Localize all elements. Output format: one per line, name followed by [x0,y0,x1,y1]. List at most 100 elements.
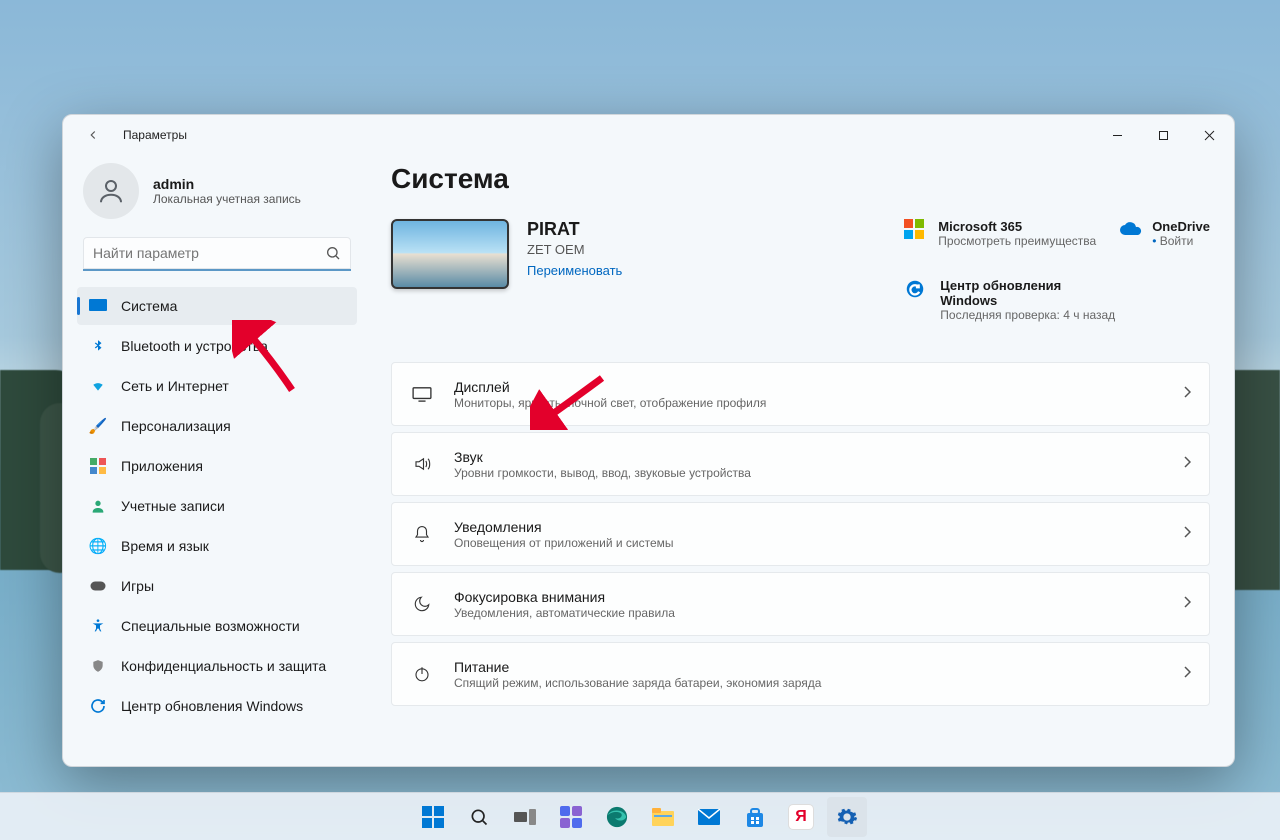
card-sound[interactable]: ЗвукУровни громкости, вывод, ввод, звуко… [391,432,1210,496]
promo-sub: • Войти [1152,234,1210,248]
update-icon [89,697,107,715]
sidebar-item-bluetooth[interactable]: Bluetooth и устройства [77,327,357,365]
promo-sub: Последняя проверка: 4 ч назад [940,308,1115,322]
app-title: Параметры [123,128,187,142]
taskbar-store[interactable] [735,797,775,837]
moon-icon [410,595,434,613]
card-power[interactable]: ПитаниеСпящий режим, использование заряд… [391,642,1210,706]
search-icon [325,245,341,266]
shield-icon [89,657,107,675]
power-icon [410,665,434,683]
settings-cards: ДисплейМониторы, яркость, ночной свет, о… [391,362,1210,706]
sidebar-item-accounts[interactable]: Учетные записи [77,487,357,525]
device-model: ZET OEM [527,242,622,257]
gamepad-icon [89,577,107,595]
sound-icon [410,455,434,473]
card-display[interactable]: ДисплейМониторы, яркость, ночной свет, о… [391,362,1210,426]
sidebar-item-label: Персонализация [121,418,231,434]
settings-window: Параметры admin Локальная учетная запись [62,114,1235,767]
card-sub: Уведомления, автоматические правила [454,606,1163,620]
sidebar-item-label: Учетные записи [121,498,225,514]
brush-icon: 🖌️ [89,417,107,435]
sidebar: admin Локальная учетная запись Система [63,155,371,766]
promo-sub: Просмотреть преимущества [938,234,1096,248]
taskbar-edge[interactable] [597,797,637,837]
sidebar-item-apps[interactable]: Приложения [77,447,357,485]
device-name: PIRAT [527,219,622,240]
close-button[interactable] [1186,119,1232,151]
avatar [83,163,139,219]
search-input[interactable] [83,237,351,271]
bluetooth-icon [89,337,107,355]
chevron-right-icon [1183,385,1191,403]
taskbar-taskview[interactable] [505,797,545,837]
user-block[interactable]: admin Локальная учетная запись [73,155,361,237]
sidebar-item-label: Специальные возможности [121,618,300,634]
card-sub: Уровни громкости, вывод, ввод, звуковые … [454,466,1163,480]
start-button[interactable] [413,797,453,837]
sidebar-item-label: Сеть и Интернет [121,378,229,394]
sidebar-item-gaming[interactable]: Игры [77,567,357,605]
chevron-right-icon [1183,595,1191,613]
sidebar-item-time-language[interactable]: 🌐 Время и язык [77,527,357,565]
sidebar-item-label: Игры [121,578,154,594]
card-title: Дисплей [454,379,1163,395]
taskbar-settings[interactable] [827,797,867,837]
taskbar-search[interactable] [459,797,499,837]
minimize-button[interactable] [1094,119,1140,151]
sidebar-item-network[interactable]: Сеть и Интернет [77,367,357,405]
promo-title: OneDrive [1152,219,1210,234]
card-sub: Мониторы, яркость, ночной свет, отображе… [454,396,1163,410]
sidebar-item-label: Bluetooth и устройства [121,338,268,354]
nav-list: Система Bluetooth и устройства Сеть и Ин… [73,287,361,725]
promo-title: Microsoft 365 [938,219,1096,234]
sidebar-item-label: Приложения [121,458,203,474]
card-title: Звук [454,449,1163,465]
sidebar-item-windows-update[interactable]: Центр обновления Windows [77,687,357,725]
apps-icon [89,457,107,475]
wifi-icon [89,377,107,395]
taskbar: Я [0,792,1280,840]
sidebar-item-label: Время и язык [121,538,209,554]
globe-clock-icon: 🌐 [89,537,107,555]
sidebar-item-system[interactable]: Система [77,287,357,325]
taskbar-yandex[interactable]: Я [781,797,821,837]
maximize-button[interactable] [1140,119,1186,151]
promo-onedrive[interactable]: OneDrive • Войти [1118,219,1210,248]
update-icon [904,278,926,300]
card-notifications[interactable]: УведомленияОповещения от приложений и си… [391,502,1210,566]
sidebar-item-privacy[interactable]: Конфиденциальность и защита [77,647,357,685]
person-icon [89,497,107,515]
card-title: Уведомления [454,519,1163,535]
user-subtitle: Локальная учетная запись [153,192,301,206]
device-block: PIRAT ZET OEM Переименовать [391,219,622,289]
bell-icon [410,524,434,544]
user-name: admin [153,176,301,192]
sidebar-item-accessibility[interactable]: Специальные возможности [77,607,357,645]
chevron-right-icon [1183,525,1191,543]
main-content: Система PIRAT ZET OEM Переименовать [371,155,1234,766]
taskbar-mail[interactable] [689,797,729,837]
rename-link[interactable]: Переименовать [527,263,622,278]
taskbar-explorer[interactable] [643,797,683,837]
card-sub: Оповещения от приложений и системы [454,536,1163,550]
chevron-right-icon [1183,665,1191,683]
sidebar-item-personalization[interactable]: 🖌️ Персонализация [77,407,357,445]
promo-title: Центр обновления Windows [940,278,1090,308]
onedrive-icon [1118,219,1140,241]
sidebar-item-label: Конфиденциальность и защита [121,658,326,674]
promo-windows-update[interactable]: Центр обновления Windows Последняя прове… [904,278,1210,322]
taskbar-widgets[interactable] [551,797,591,837]
promo-m365[interactable]: Microsoft 365 Просмотреть преимущества [904,219,1096,248]
m365-icon [904,219,926,241]
card-title: Фокусировка внимания [454,589,1163,605]
accessibility-icon [89,617,107,635]
card-title: Питание [454,659,1163,675]
card-sub: Спящий режим, использование заряда батар… [454,676,1163,690]
titlebar: Параметры [63,115,1234,155]
display-rect-icon [89,297,107,315]
display-icon [410,386,434,402]
page-title: Система [391,163,1210,195]
card-focus[interactable]: Фокусировка вниманияУведомления, автомат… [391,572,1210,636]
back-button[interactable] [77,119,109,151]
